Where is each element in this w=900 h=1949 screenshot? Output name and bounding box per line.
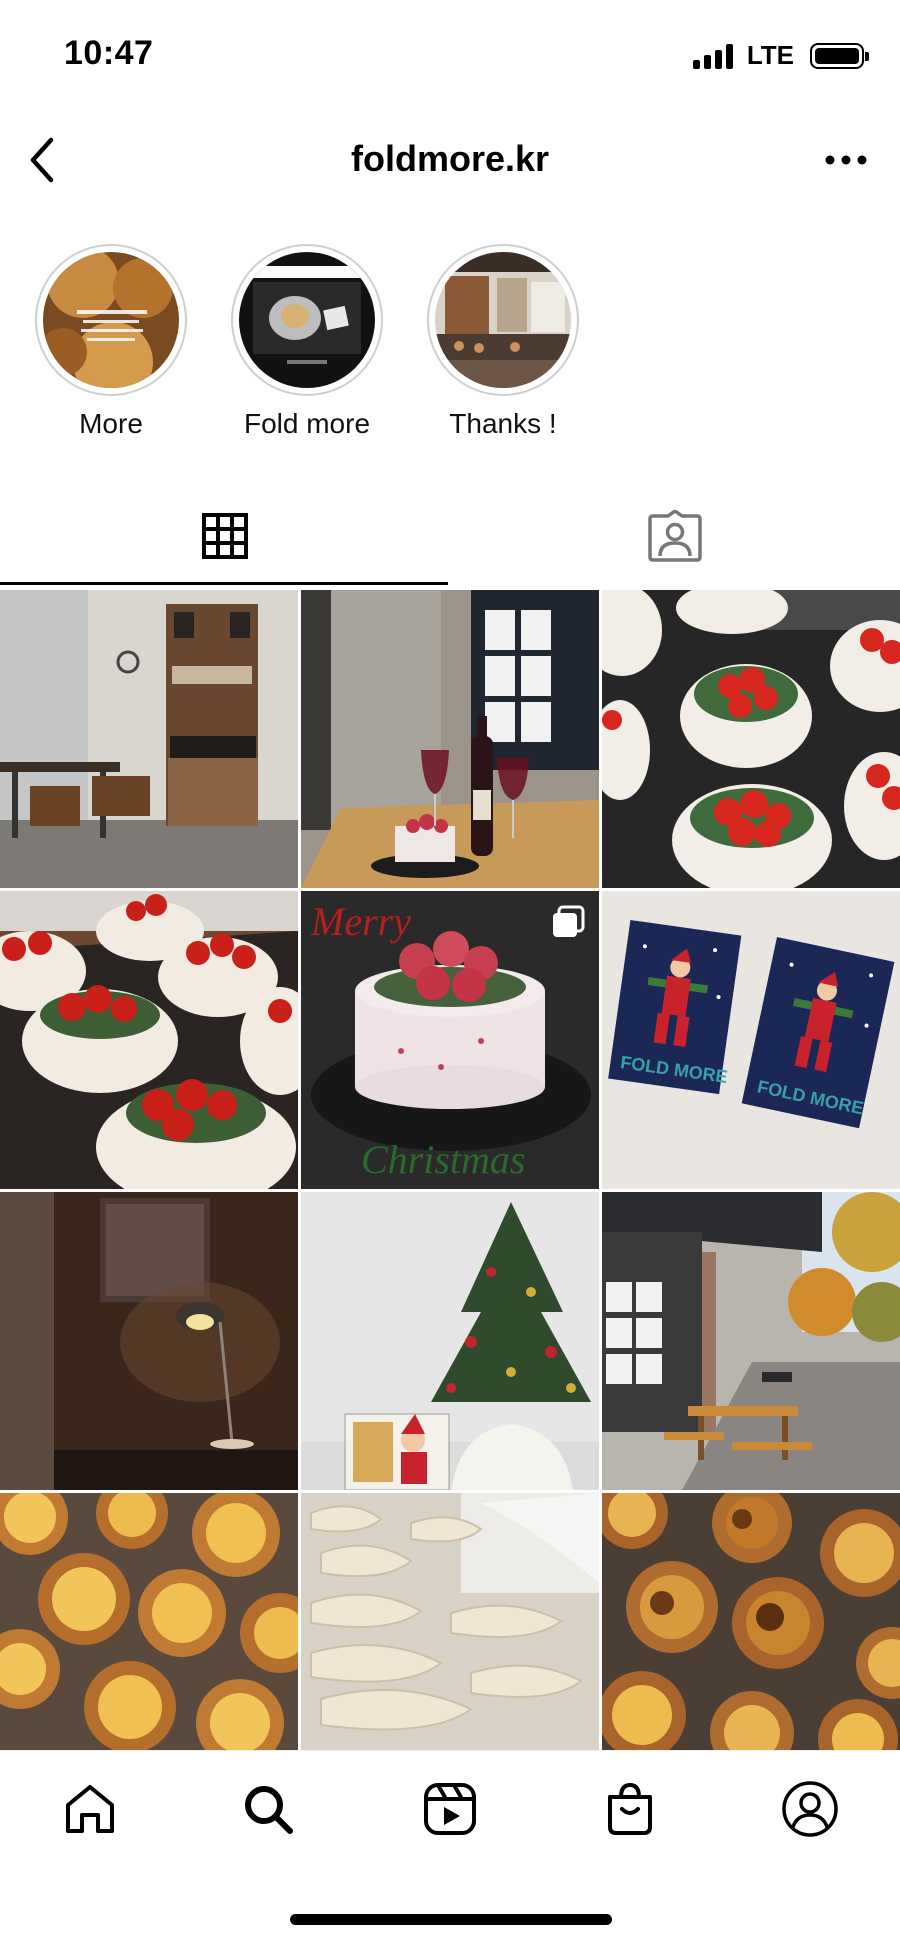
overlay-merry-text: Merry — [310, 899, 411, 944]
carousel-icon — [553, 905, 585, 937]
nav-home[interactable] — [58, 1777, 122, 1841]
highlight-fold-more[interactable]: Fold more — [222, 244, 392, 440]
search-icon — [245, 1786, 293, 1834]
post-thumbnail[interactable] — [602, 1192, 900, 1490]
battery-icon — [810, 42, 869, 69]
post-thumbnail[interactable] — [602, 1493, 900, 1750]
bottom-navigation — [0, 1750, 900, 1868]
tagged-person-icon — [648, 510, 702, 562]
post-thumbnail[interactable] — [0, 1192, 298, 1490]
grid-icon — [202, 513, 248, 559]
profile-tabs — [0, 488, 900, 588]
nav-profile[interactable] — [778, 1777, 842, 1841]
posts-grid: Merry Christmas FOLD MORE FOLD MORE — [0, 590, 900, 1750]
post-thumbnail[interactable] — [0, 1493, 298, 1750]
more-options-button[interactable] — [814, 132, 878, 188]
post-thumbnail[interactable]: FOLD MORE FOLD MORE — [602, 891, 900, 1189]
post-thumbnail[interactable]: Merry Christmas — [301, 891, 599, 1189]
cellular-signal-icon — [692, 43, 733, 69]
post-thumbnail[interactable] — [301, 590, 599, 888]
nav-reels[interactable] — [418, 1777, 482, 1841]
nav-shop[interactable] — [598, 1777, 662, 1841]
highlight-label: Fold more — [243, 408, 371, 439]
profile-header: foldmore.kr — [0, 110, 900, 210]
nav-search[interactable] — [236, 1777, 300, 1841]
highlight-cover-egg-tart — [43, 252, 179, 388]
post-thumbnail[interactable] — [0, 891, 298, 1189]
tab-posts-grid[interactable] — [0, 488, 450, 584]
highlight-label: Thanks ! — [449, 408, 557, 439]
post-thumbnail[interactable] — [301, 1192, 599, 1490]
highlight-cover-post — [239, 252, 375, 388]
status-indicators: LTE — [692, 40, 869, 71]
profile-username: foldmore.kr — [350, 138, 550, 179]
more-horizontal-icon — [825, 155, 867, 165]
reels-icon — [424, 1783, 476, 1835]
post-thumbnail[interactable] — [0, 590, 298, 888]
highlight-more[interactable]: More — [26, 244, 196, 440]
post-thumbnail[interactable] — [301, 1493, 599, 1750]
story-highlights: More Fold more Thanks ! — [0, 244, 900, 444]
status-bar: 10:47 LTE — [0, 0, 900, 110]
shop-bag-icon — [608, 1782, 652, 1835]
active-tab-indicator — [0, 582, 448, 585]
home-icon — [66, 1785, 114, 1833]
highlight-label: More — [79, 408, 143, 439]
network-type: LTE — [746, 40, 794, 70]
home-indicator[interactable] — [290, 1914, 612, 1925]
status-time: 10:47 — [64, 34, 154, 72]
post-thumbnail[interactable] — [602, 590, 900, 888]
overlay-christmas-text: Christmas — [361, 1137, 526, 1182]
tab-tagged[interactable] — [450, 488, 900, 584]
profile-icon — [782, 1781, 838, 1837]
highlight-thanks[interactable]: Thanks ! — [418, 244, 588, 440]
highlight-cover-store — [435, 252, 571, 388]
